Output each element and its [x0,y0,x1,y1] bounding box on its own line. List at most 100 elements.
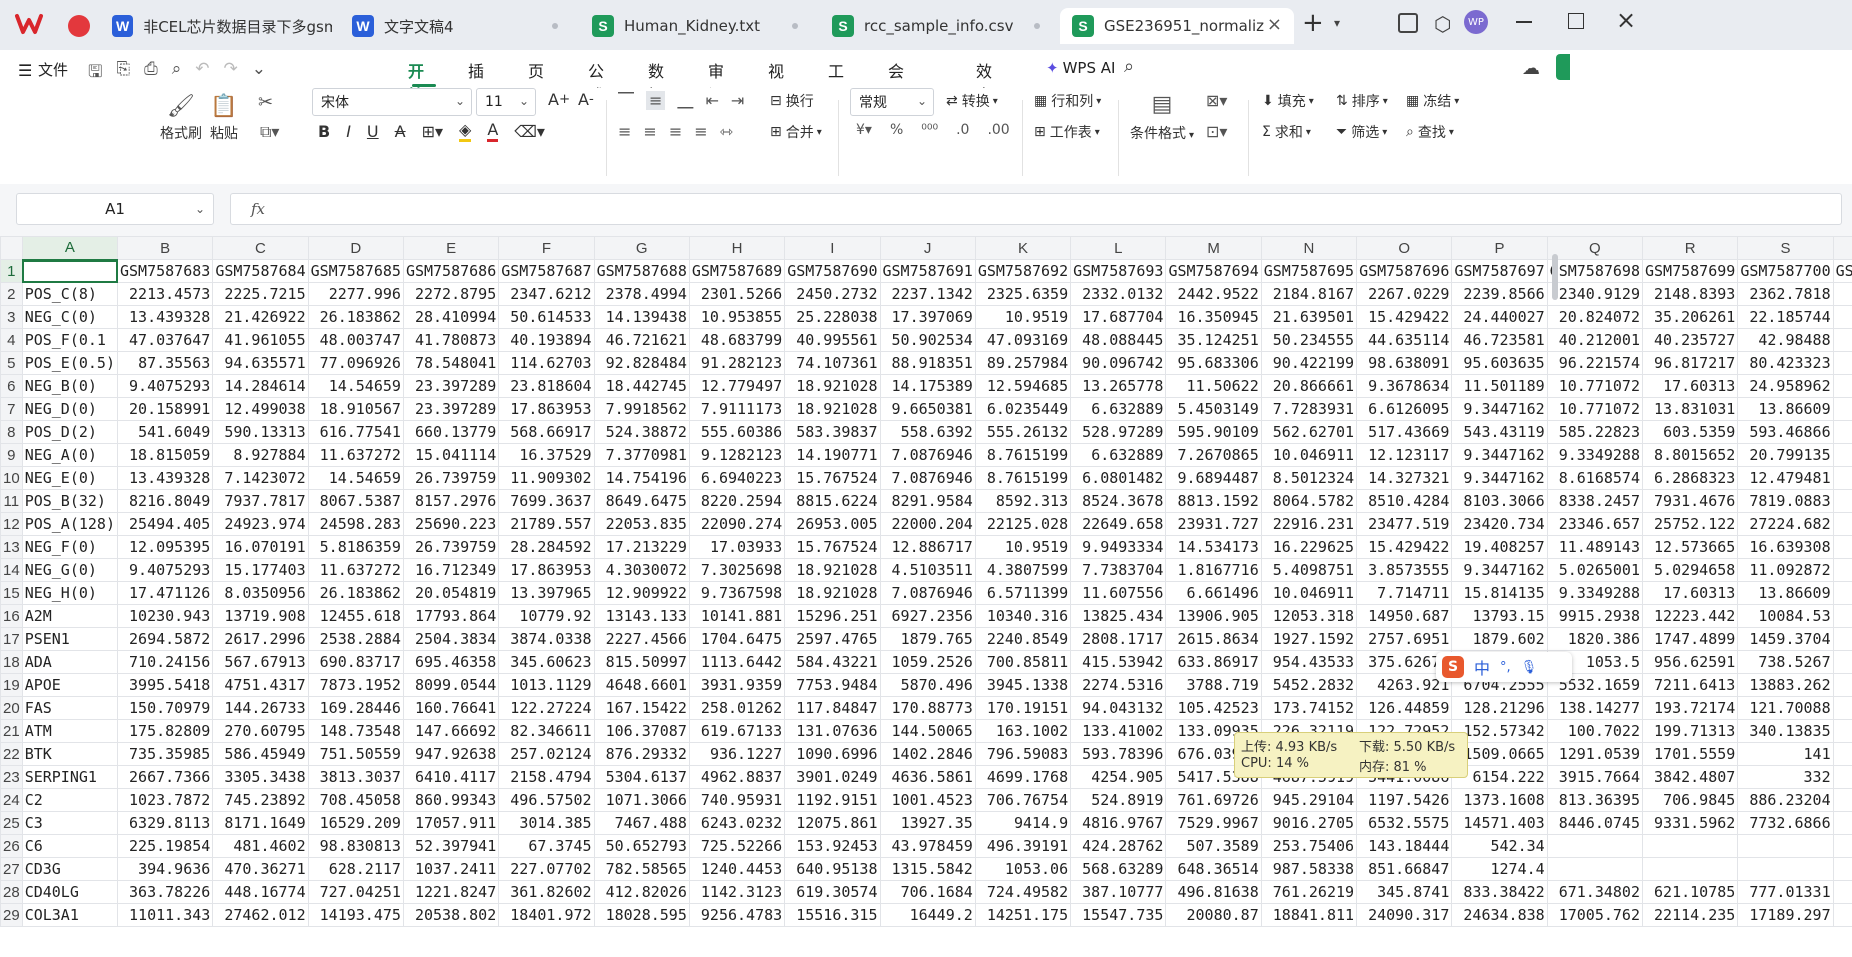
cell[interactable]: 26953.005 [784,512,881,536]
cell[interactable]: 1023.7872 [116,788,214,812]
row-header[interactable]: 20 [0,696,23,720]
cell[interactable]: 14950.687 [1356,604,1453,628]
cell[interactable]: GSM7587683 [116,259,214,283]
cell[interactable]: 15296.251 [784,604,881,628]
cell[interactable]: NEG_G(0) [21,558,119,582]
cell[interactable]: 9.3349288 [1546,581,1644,605]
cell[interactable]: 595.90109 [1165,420,1262,444]
cell[interactable]: 18.10107 [1832,397,1852,421]
cell[interactable]: 507.3589 [1165,834,1262,858]
cell[interactable]: 18.921028 [784,374,881,398]
cell[interactable]: 761.69726 [1165,788,1262,812]
cell[interactable]: 5304.6137 [593,765,690,789]
cell[interactable]: 11011.343 [116,903,214,927]
cell[interactable] [1832,765,1852,789]
cell[interactable]: 148.73548 [307,719,404,743]
cell[interactable]: 47.093169 [974,328,1072,352]
cell[interactable]: 16.639308 [1737,535,1834,559]
column-header-c[interactable]: C [212,236,309,260]
export-icon[interactable]: ⎘ [116,59,130,88]
cell[interactable]: 4.3030072 [593,558,690,582]
cell[interactable]: 12075.861 [784,811,881,835]
cell[interactable]: 25.228038 [784,305,881,329]
fill-button[interactable]: ⬇ 填充 ▾ [1262,91,1314,111]
tab-document-2[interactable]: W 文字文稿4 [340,8,572,44]
row-header[interactable]: 16 [0,604,23,628]
cell[interactable]: 2694.5872 [116,627,214,651]
cell[interactable]: 9414.9 [974,811,1072,835]
cell[interactable]: 6608.220 [1832,673,1852,697]
cell[interactable]: 131.07636 [784,719,881,743]
cell[interactable]: 3014.385 [498,811,595,835]
cell[interactable]: 12.479481 [1737,466,1834,490]
cell[interactable]: 562.62701 [1260,420,1358,444]
cell[interactable]: NEG_D(0) [21,397,119,421]
window-icon[interactable] [1398,13,1418,33]
cell[interactable]: NEG_F(0) [21,535,119,559]
cell[interactable]: 583.39837 [784,420,881,444]
redo-icon[interactable]: ↷ [223,59,237,88]
cell[interactable]: 9.74673 [1832,558,1852,582]
cell[interactable]: 13793.15 [1451,604,1548,628]
cell[interactable]: 6329.8113 [116,811,214,835]
cell[interactable]: 175.82809 [116,719,214,743]
cell[interactable]: 225.19854 [116,834,214,858]
cell[interactable]: 24090.317 [1356,903,1453,927]
cell[interactable]: 7873.1952 [307,673,404,697]
cell[interactable]: 13.439328 [116,466,214,490]
cell[interactable]: 19.408257 [1451,535,1548,559]
cell[interactable]: 6532.5575 [1356,811,1453,835]
cell[interactable]: 20.824072 [1546,305,1644,329]
cell[interactable]: 9915.2938 [1546,604,1644,628]
cell[interactable]: 106.37087 [593,719,690,743]
cell[interactable]: POS_A(128) [21,512,119,536]
cell[interactable]: 257.02124 [498,742,595,766]
search-icon[interactable]: ⌕ [1124,56,1134,77]
cell[interactable]: 26.739759 [402,466,500,490]
row-header[interactable]: 24 [0,788,23,812]
cell[interactable]: 133.41002 [1070,719,1167,743]
cell[interactable]: 815.50997 [593,650,690,674]
cell[interactable]: 16.70868 [1832,535,1852,559]
cell[interactable]: 22090.274 [688,512,786,536]
cell[interactable]: 18028.595 [593,903,690,927]
cell[interactable]: 12.886717 [879,535,976,559]
cell[interactable]: 13883.262 [1737,673,1834,697]
cell[interactable]: 12455.618 [307,604,404,628]
cell-style-icon[interactable]: ⊠▾ [1206,91,1227,110]
cell[interactable]: GSM7587686 [402,259,500,283]
cell[interactable]: 25752.122 [1641,512,1739,536]
cell[interactable]: 27462.012 [212,903,309,927]
cell[interactable]: 761.26219 [1260,880,1358,904]
cell[interactable]: 14.327321 [1356,466,1453,490]
cell[interactable]: 8510.4284 [1356,489,1453,513]
cell[interactable]: 18.921028 [784,397,881,421]
conditional-format-button[interactable]: ▤ 条件格式 ▾ [1130,92,1194,143]
cell[interactable]: 173.74152 [1260,696,1358,720]
cell[interactable]: 7699.3637 [498,489,595,513]
cell[interactable]: 92.828484 [593,351,690,375]
column-header-b[interactable]: B [116,236,214,260]
percent-icon[interactable]: % [890,122,903,138]
cell[interactable]: 2240.8549 [974,627,1072,651]
cell[interactable]: 1142.3123 [688,880,786,904]
cell[interactable]: GSM7587692 [974,259,1072,283]
cell[interactable]: 555.26132 [974,420,1072,444]
cell[interactable]: 11.607556 [1070,581,1167,605]
cell[interactable]: 8.8015652 [1641,443,1739,467]
cell[interactable]: 6927.2356 [879,604,976,628]
cell[interactable]: 13719.908 [212,604,309,628]
cell[interactable]: 21.426922 [212,305,309,329]
cell[interactable]: 8.7615199 [974,443,1072,467]
row-header[interactable]: 21 [0,719,23,743]
cell[interactable]: 6.0801482 [1070,466,1167,490]
cell[interactable]: 18.921028 [784,558,881,582]
cell[interactable]: 725.52266 [688,834,786,858]
cell[interactable]: 15547.735 [1070,903,1167,927]
font-shrink-icon[interactable]: A- [578,90,594,109]
cell[interactable]: 9256.4783 [688,903,786,927]
cell[interactable]: GSM7587698 [1546,259,1644,283]
cell[interactable]: 20080.87 [1165,903,1262,927]
cell[interactable]: 90.096742 [1070,351,1167,375]
cell[interactable]: 7.9111173 [688,397,786,421]
